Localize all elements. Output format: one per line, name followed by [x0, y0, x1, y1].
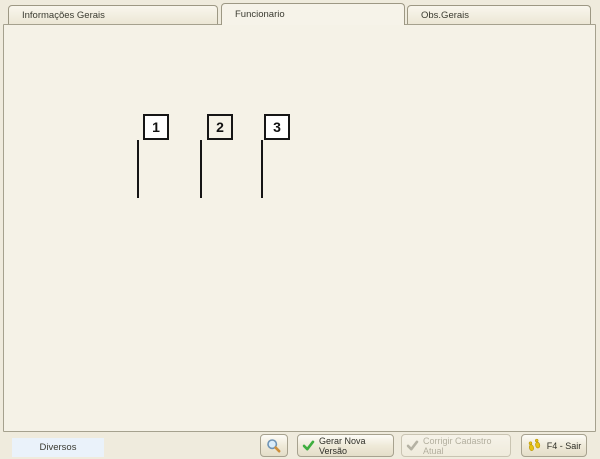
- callout-1: 1: [143, 114, 169, 140]
- tab-page-funcionario: [3, 24, 596, 432]
- button-label: F4 - Sair: [547, 441, 582, 451]
- tab-obs-gerais[interactable]: Obs.Gerais: [407, 5, 591, 25]
- f4-sair-button[interactable]: F4 - Sair: [521, 434, 587, 457]
- diversos-panel[interactable]: Diversos: [12, 438, 104, 457]
- tab-funcionario[interactable]: Funcionario: [221, 3, 405, 25]
- application-window: Informações Gerais Funcionario Obs.Gerai…: [0, 0, 600, 459]
- search-icon: [266, 438, 282, 454]
- tab-label: Obs.Gerais: [421, 10, 469, 21]
- tab-informacoes-gerais[interactable]: Informações Gerais: [8, 5, 218, 25]
- check-icon: [406, 439, 419, 452]
- diversos-label: Diversos: [40, 442, 77, 453]
- gerar-nova-versao-button[interactable]: Gerar Nova Versão: [297, 434, 394, 457]
- callout-line-2: [200, 140, 202, 198]
- corrigir-cadastro-atual-button[interactable]: Corrigir Cadastro Atual: [401, 434, 511, 457]
- callout-line-3: [261, 140, 263, 198]
- button-label: Corrigir Cadastro Atual: [423, 436, 506, 456]
- button-label: Gerar Nova Versão: [319, 436, 389, 456]
- callout-2: 2: [207, 114, 233, 140]
- callout-number: 2: [216, 119, 224, 135]
- callout-line-1: [137, 140, 139, 198]
- footsteps-icon: [527, 438, 543, 453]
- callout-number: 3: [273, 119, 281, 135]
- callout-3: 3: [264, 114, 290, 140]
- footer-search-button[interactable]: [260, 434, 288, 457]
- check-icon: [302, 439, 315, 452]
- callout-number: 1: [152, 119, 160, 135]
- tab-label: Funcionario: [235, 9, 285, 20]
- tab-label: Informações Gerais: [22, 10, 105, 21]
